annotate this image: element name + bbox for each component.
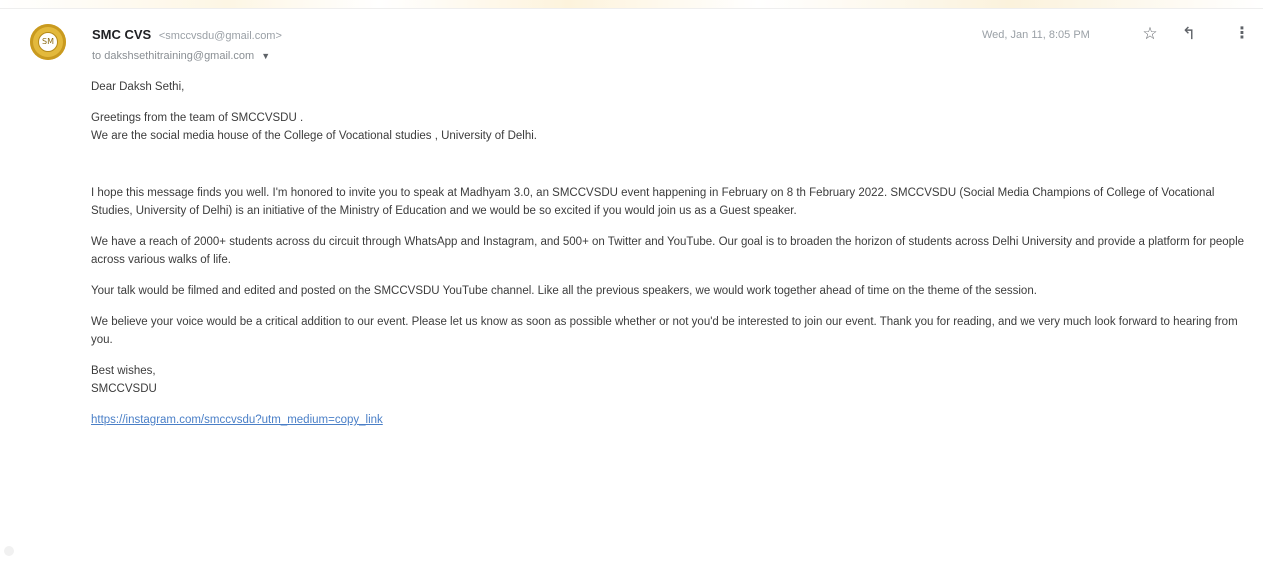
avatar-text: SM — [42, 37, 54, 46]
signature: SMCCVSDU — [91, 383, 157, 395]
email-body: Dear Daksh Sethi, Greetings from the tea… — [91, 78, 1251, 429]
paragraph-youtube: Your talk would be filmed and edited and… — [91, 285, 1037, 297]
sender-name[interactable]: SMC CVS — [92, 27, 151, 42]
email-date: Wed, Jan 11, 8:05 PM — [982, 29, 1090, 41]
caret-down-icon[interactable]: ▼ — [261, 51, 270, 61]
top-banner-strip — [0, 0, 1263, 9]
greeting: Dear Daksh Sethi, — [91, 81, 185, 93]
star-icon[interactable]: ☆ — [1138, 22, 1162, 46]
intro-line-2: We are the social media house of the Col… — [91, 130, 537, 142]
recipient-line[interactable]: to dakshsethitraining@gmail.com ▼ — [92, 50, 270, 62]
recipient-text: to dakshsethitraining@gmail.com — [92, 50, 255, 62]
corner-decoration — [4, 546, 14, 556]
more-vert-icon[interactable]: ⋮ — [1230, 22, 1254, 46]
intro-line-1: Greetings from the team of SMCCVSDU . — [91, 112, 304, 124]
avatar-emblem: SM — [38, 32, 58, 52]
paragraph-closing: We believe your voice would be a critica… — [91, 316, 1238, 346]
paragraph-reach: We have a reach of 2000+ students across… — [91, 236, 1245, 266]
signoff: Best wishes, — [91, 365, 156, 377]
sender-line: SMC CVS <smccvsdu@gmail.com> — [92, 27, 282, 42]
instagram-link[interactable]: https://instagram.com/smccvsdu?utm_mediu… — [91, 414, 383, 426]
sender-avatar[interactable]: SM — [30, 24, 66, 60]
sender-email: <smccvsdu@gmail.com> — [158, 30, 282, 42]
reply-icon[interactable]: ↰ — [1177, 22, 1201, 46]
paragraph-invitation: I hope this message finds you well. I'm … — [91, 187, 1215, 217]
